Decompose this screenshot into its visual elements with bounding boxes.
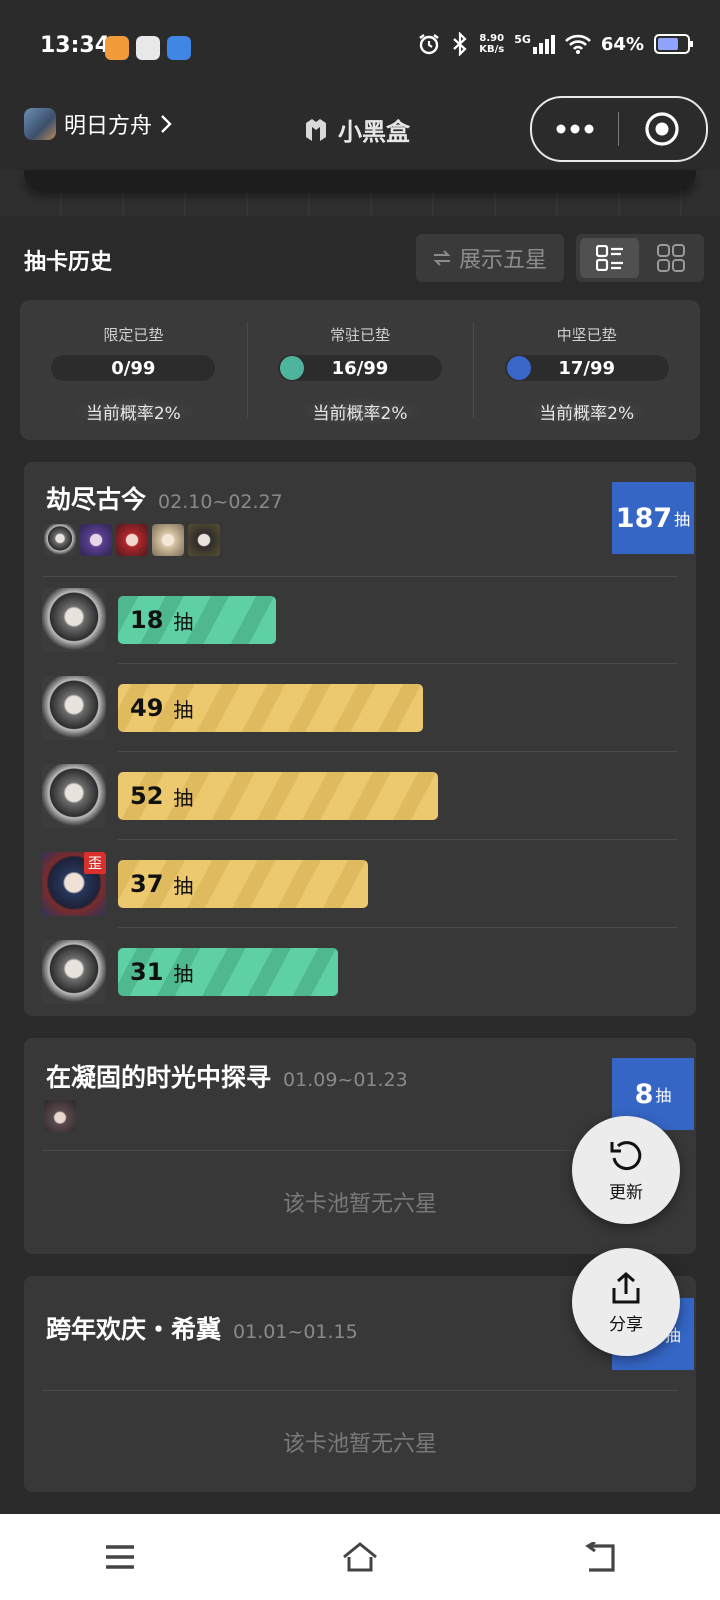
refresh-button[interactable]: 更新	[572, 1116, 680, 1224]
heybox-notification-icon	[136, 36, 160, 60]
show-five-star-button[interactable]: 展示五星	[416, 234, 564, 282]
banner-dates: 01.01~01.15	[233, 1321, 358, 1343]
operator-avatar	[42, 676, 106, 740]
status-icons: 8.90 KB/s 5G 64%	[417, 32, 694, 56]
back-nav-button[interactable]	[570, 1527, 630, 1587]
banner-card[interactable]: 劫尽古今 02.10~02.27 187 抽 18 抽 49 抽 52 抽 歪 37 抽 3…	[24, 462, 696, 1016]
pity-rate: 当前概率2%	[523, 397, 651, 426]
operator-avatar: 歪	[42, 852, 106, 916]
pull-count-bar: 49 抽	[118, 684, 423, 732]
target-circle-icon	[645, 112, 679, 146]
pity-standard: 常驻已垫 16/99 当前概率2%	[246, 300, 474, 440]
system-navigation-bar	[0, 1514, 720, 1600]
signal-icon	[532, 35, 555, 54]
pity-limited: 限定已垫 0/99 当前概率2%	[20, 300, 247, 440]
battery-percent: 64%	[600, 33, 644, 55]
brand-title: 小黑盒	[302, 112, 410, 147]
pull-record-row[interactable]: 歪 37 抽	[42, 840, 678, 928]
view-mode-toggle	[576, 234, 704, 282]
network-type: 5G	[514, 33, 531, 46]
more-button[interactable]	[532, 98, 618, 160]
heybox-logo-icon	[306, 118, 326, 141]
pity-dot	[280, 356, 304, 380]
menu-icon	[106, 1545, 134, 1569]
share-button[interactable]: 分享	[572, 1248, 680, 1356]
pull-record-row[interactable]: 49 抽	[42, 664, 678, 752]
chevron-right-icon	[161, 115, 172, 133]
banner-dates: 01.09~01.23	[283, 1069, 408, 1091]
menu-nav-button[interactable]	[90, 1527, 150, 1587]
pull-count-bar: 37 抽	[118, 860, 368, 908]
featured-operators	[44, 1100, 76, 1132]
banner-title: 跨年欢庆・希冀 01.01~01.15	[46, 1315, 358, 1344]
pull-count-bar: 31 抽	[118, 948, 338, 996]
notification-app-icon-2	[167, 36, 191, 60]
total-pulls-badge: 187 抽	[612, 482, 694, 554]
operator-avatar	[80, 524, 112, 556]
home-icon	[343, 1542, 377, 1572]
empty-state-text: 该卡池暂无六星	[282, 1432, 437, 1457]
operator-avatar	[152, 524, 184, 556]
pity-core: 中坚已垫 17/99 当前概率2%	[473, 300, 700, 440]
grid-view-button[interactable]	[641, 238, 700, 278]
operator-avatar	[42, 940, 106, 1004]
game-name: 明日方舟	[64, 114, 153, 139]
more-dots-icon	[556, 124, 594, 134]
pull-record-row[interactable]: 18 抽	[42, 576, 678, 664]
refresh-icon	[610, 1140, 642, 1170]
operator-avatar	[44, 524, 76, 556]
grid-view-icon	[656, 244, 685, 272]
list-view-button[interactable]	[580, 238, 639, 278]
pity-dot	[506, 356, 531, 380]
pity-stats-card: 限定已垫 0/99 当前概率2% 常驻已垫 16/99 当前概率2% 中坚已垫 …	[20, 300, 700, 440]
bluetooth-icon	[453, 32, 467, 56]
divider	[42, 1390, 678, 1391]
operator-avatar	[44, 1100, 76, 1132]
status-time: 13:34	[40, 33, 111, 58]
close-mini-program-button[interactable]	[619, 98, 705, 160]
swap-icon	[433, 250, 451, 266]
game-switcher[interactable]: 明日方舟	[24, 108, 172, 140]
pity-progress-bar: 17/99	[504, 355, 669, 381]
history-title: 抽卡历史	[24, 250, 113, 275]
pull-count-bar: 18 抽	[118, 596, 276, 644]
pull-count-bar: 52 抽	[118, 772, 438, 820]
pull-record-row[interactable]: 52 抽	[42, 752, 678, 840]
battery-icon	[654, 34, 693, 54]
pity-rate: 当前概率2%	[69, 397, 197, 426]
operator-avatar	[116, 524, 148, 556]
network-speed: 8.90 KB/s	[479, 33, 505, 55]
off-banner-badge: 歪	[84, 852, 106, 874]
notification-app-icon	[105, 36, 129, 60]
featured-operators	[44, 524, 220, 556]
home-nav-button[interactable]	[330, 1527, 390, 1587]
pull-record-row[interactable]: 31 抽	[42, 928, 678, 1016]
top-card-edge	[24, 170, 696, 190]
alarm-icon	[419, 34, 439, 55]
banner-dates: 02.10~02.27	[158, 491, 283, 513]
wifi-icon	[564, 34, 591, 54]
pity-rate: 当前概率2%	[296, 397, 424, 426]
banner-title: 劫尽古今 02.10~02.27	[46, 485, 283, 514]
pity-progress-bar: 0/99	[51, 355, 216, 381]
back-icon	[585, 1542, 615, 1572]
game-avatar	[24, 108, 56, 140]
operator-avatar	[42, 764, 106, 828]
share-icon	[612, 1271, 640, 1303]
banner-title: 在凝固的时光中探寻 01.09~01.23	[46, 1063, 408, 1092]
mini-program-capsule	[530, 96, 708, 162]
pity-progress-bar: 16/99	[278, 355, 442, 381]
list-view-icon	[595, 245, 623, 271]
operator-avatar	[188, 524, 220, 556]
operator-avatar	[42, 588, 106, 652]
